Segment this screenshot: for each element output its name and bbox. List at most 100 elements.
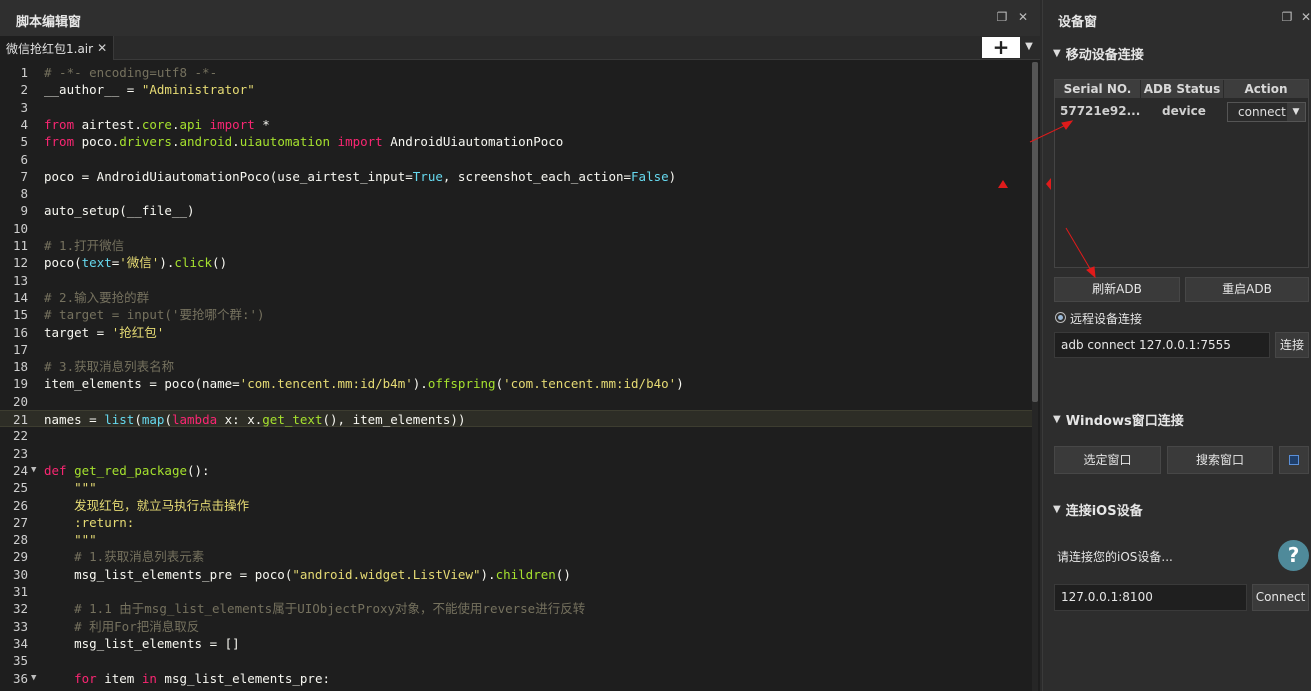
code-line[interactable]: 8 [0,185,1032,202]
remote-connect-button[interactable]: 连接 [1275,332,1309,358]
fold-icon[interactable]: ▼ [31,462,36,479]
code-line[interactable]: 4 from airtest.core.api import * [0,116,1032,133]
code-line[interactable]: 19 item_elements = poco(name='com.tencent… [0,375,1032,392]
code-line[interactable]: 28 """ [0,531,1032,548]
windows-section-title: Windows窗口连接 [1065,414,1184,429]
code-line[interactable]: 13 [0,272,1032,289]
code-line[interactable]: 12 poco(text='微信').click() [0,254,1032,271]
line-number: 9 [20,203,28,219]
restart-adb-button[interactable]: 重启ADB [1185,277,1309,302]
file-tab[interactable]: 微信抢红包1.air ✕ [0,36,115,60]
line-number: 20 [12,393,28,409]
line-number: 28 [12,532,28,548]
chevron-down-icon[interactable]: ▼ [1287,103,1305,121]
line-number: 33 [12,618,28,634]
window-capture-button[interactable] [1279,446,1309,474]
code-line[interactable]: 32 # 1.1 由于msg_list_elements属于UIObjectPr… [0,600,1032,617]
close-icon[interactable]: ✕ [1016,10,1030,24]
restore-icon[interactable]: ❐ [995,10,1009,24]
code-line[interactable]: 35 [0,652,1032,669]
column-serial[interactable]: Serial NO. [1055,80,1141,98]
remote-connect-label: 远程设备连接 [1070,312,1143,326]
code-line[interactable]: 18 # 3.获取消息列表名称 [0,358,1032,375]
code-line[interactable]: 15 # target = input('要抢哪个群:') [0,306,1032,323]
line-number: 12 [12,255,28,271]
code-line[interactable]: 23 [0,445,1032,462]
code-line[interactable]: 5 from poco.drivers.android.uiautomation … [0,133,1032,150]
new-file-button[interactable]: + [982,37,1020,58]
code-line[interactable]: 16 target = '抢红包' [0,324,1032,341]
column-adb-status[interactable]: ADB Status [1141,80,1224,98]
windows-section-header[interactable]: ▼ Windows窗口连接 [1053,410,1184,429]
line-number: 30 [12,566,28,582]
mobile-section-header[interactable]: ▼ 移动设备连接 [1053,44,1144,63]
code-line[interactable]: 21 names = list(map(lambda x: x.get_text(… [0,410,1032,427]
remote-address-input[interactable]: adb connect 127.0.0.1:7555 [1054,332,1270,358]
code-line[interactable]: 2 __author__ = "Administrator" [0,81,1032,98]
ios-address-input[interactable]: 127.0.0.1:8100 [1054,584,1247,611]
code-text: # 2.输入要抢的群 [44,289,150,305]
code-text: from airtest.core.api import * [44,116,270,132]
refresh-adb-button[interactable]: 刷新ADB [1054,277,1180,302]
code-line[interactable]: 11 # 1.打开微信 [0,237,1032,254]
code-text: item_elements = poco(name='com.tencent.m… [44,376,684,392]
line-number: 16 [12,324,28,340]
code-line[interactable]: 9 auto_setup(__file__) [0,202,1032,219]
close-icon[interactable]: ✕ [1299,10,1311,24]
device-row[interactable]: 57721e92... device connect ▼ [1055,102,1308,124]
remote-connect-radio[interactable] [1055,312,1066,323]
code-line[interactable]: 3 [0,99,1032,116]
editor-scrollbar[interactable] [1032,62,1038,691]
code-text: __author__ = "Administrator" [44,82,255,98]
code-line[interactable]: 20 [0,393,1032,410]
caret-down-icon: ▼ [1053,504,1061,515]
code-editor[interactable]: 1 # -*- encoding=utf8 -*- 2 __author__ = "A… [0,62,1034,691]
line-number: 21 [12,412,28,427]
chevron-down-icon[interactable]: ▼ [1022,41,1036,55]
line-number: 36 [12,670,28,686]
code-line[interactable]: 24 ▼ def get_red_package(): [0,462,1032,479]
code-text: """ [74,480,97,496]
connect-select[interactable]: connect ▼ [1227,102,1306,122]
code-line[interactable]: 10 [0,220,1032,237]
ios-connect-button[interactable]: Connect [1252,584,1309,611]
code-text: # 利用For把消息取反 [74,618,200,634]
editor-title: 脚本编辑窗 [16,15,82,30]
code-line[interactable]: 29 # 1.获取消息列表元素 [0,548,1032,565]
fold-icon[interactable]: ▼ [31,670,36,687]
tab-close-icon[interactable]: ✕ [97,41,107,55]
ios-section-header[interactable]: ▼ 连接iOS设备 [1053,500,1143,519]
code-line[interactable]: 34 msg_list_elements = [] [0,635,1032,652]
code-line[interactable]: 31 [0,583,1032,600]
help-button[interactable]: ? [1278,540,1309,571]
code-line[interactable]: 26 发现红包，就立马执行点击操作 [0,497,1032,514]
line-number: 18 [12,359,28,375]
column-action[interactable]: Action [1224,80,1308,98]
code-line[interactable]: 22 [0,427,1032,444]
search-window-button[interactable]: 搜索窗口 [1167,446,1273,474]
restore-icon[interactable]: ❐ [1280,10,1294,24]
code-line[interactable]: 30 msg_list_elements_pre = poco("android… [0,566,1032,583]
code-line[interactable]: 27 :return: [0,514,1032,531]
line-number: 31 [12,584,28,599]
code-line[interactable]: 17 [0,341,1032,358]
line-number: 24 [12,462,28,478]
select-window-button[interactable]: 选定窗口 [1054,446,1161,474]
code-line[interactable]: 25 """ [0,479,1032,496]
code-line[interactable]: 1 # -*- encoding=utf8 -*- [0,64,1032,81]
code-text: # target = input('要抢哪个群:') [44,307,265,323]
line-number: 32 [12,601,28,617]
code-line[interactable]: 6 [0,151,1032,168]
code-line[interactable]: 7 poco = AndroidUiautomationPoco(use_airt… [0,168,1032,185]
caret-down-icon: ▼ [1053,414,1061,425]
code-line[interactable]: 36 ▼ for item in msg_list_elements_pre: [0,670,1032,687]
scrollbar-thumb[interactable] [1032,62,1038,402]
line-number: 27 [12,514,28,530]
code-text: # -*- encoding=utf8 -*- [44,65,218,80]
code-text: # 1.1 由于msg_list_elements属于UIObjectProxy… [74,601,586,617]
code-line[interactable]: 14 # 2.输入要抢的群 [0,289,1032,306]
code-text: # 1.打开微信 [44,238,125,253]
code-line[interactable]: 33 # 利用For把消息取反 [0,618,1032,635]
code-text: # 3.获取消息列表名称 [44,359,175,375]
line-number: 22 [12,428,28,444]
